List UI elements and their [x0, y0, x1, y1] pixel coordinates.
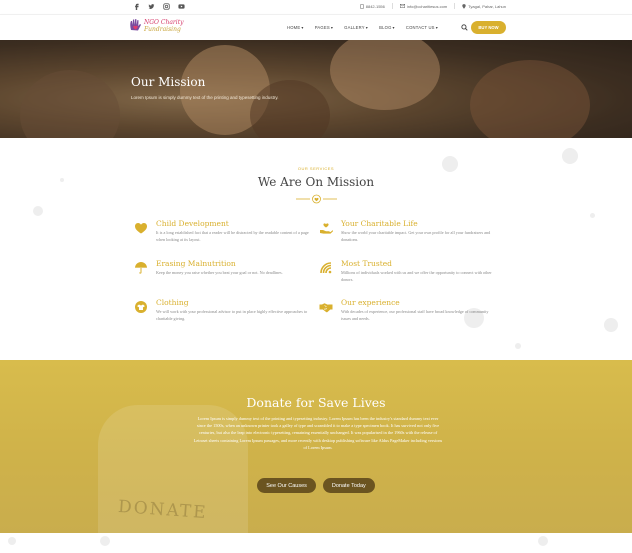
feature-title: Your Charitable Life: [341, 219, 418, 228]
hero-face-shape: [250, 80, 330, 138]
nav-label: HOME: [287, 25, 301, 30]
social-links: [133, 3, 185, 10]
handshake-icon: [319, 303, 333, 313]
instagram-icon[interactable]: [163, 3, 170, 10]
nav-item-contact[interactable]: CONTACT US ▾: [406, 25, 438, 30]
top-bar: 8842-1556 info@ccharitiesus.com Tyagal, …: [0, 0, 632, 14]
hero-hand-shape: [330, 40, 440, 110]
hero-crowd-shape: [470, 60, 590, 138]
nav-label: PAGES: [314, 25, 330, 30]
donate-text: Lorem Ipsum is simply dummy text of the …: [193, 416, 443, 450]
facebook-icon[interactable]: [133, 3, 140, 10]
address-text: Tyagal, Pahar, Lahun: [468, 3, 506, 9]
section-eyebrow: OUR SERVICES: [297, 166, 335, 171]
feature-description: Show the world your charitable impact. G…: [341, 230, 491, 242]
nav-item-pages[interactable]: PAGES ▾: [315, 25, 333, 30]
logo-tagline: Fundraising: [144, 25, 181, 33]
phone-contact: 8842-1556: [360, 4, 385, 9]
site-logo[interactable]: NGO Charity Fundraising: [129, 18, 184, 33]
decor-dot: [100, 536, 110, 546]
hero-title: Our Mission: [131, 75, 206, 89]
youtube-icon[interactable]: [178, 3, 185, 10]
heart-icon: [135, 223, 147, 234]
feature-description: It is a long established fact that a rea…: [156, 230, 309, 242]
hero-subtitle: Lorem Ipsum is simply dummy text of the …: [131, 95, 279, 100]
section-divider-icon: [296, 194, 337, 204]
chevron-down-icon: ▾: [435, 25, 438, 30]
decor-dot: [8, 537, 16, 545]
section-title: We Are On Mission: [257, 175, 375, 189]
signal-icon: [320, 262, 332, 274]
feature-title: Most Trusted: [341, 259, 392, 268]
address-contact: Tyagal, Pahar, Lahun: [462, 4, 506, 9]
decor-dot: [515, 343, 521, 349]
nav-item-home[interactable]: HOME ▾: [287, 25, 304, 30]
decor-dot: [562, 148, 578, 164]
phone-text: 8842-1556: [365, 3, 385, 9]
see-our-causes-button[interactable]: See Our Causes: [257, 478, 316, 493]
hand-heart-logo-icon: [130, 19, 141, 31]
clothing-icon: [135, 301, 147, 313]
hero-crowd-shape: [20, 70, 120, 138]
phone-icon: [360, 3, 364, 9]
mail-icon: [399, 4, 405, 8]
donate-title: Donate for Save Lives: [246, 395, 386, 410]
charity-hand-icon: [320, 223, 333, 234]
chevron-down-icon: ▾: [301, 25, 304, 30]
donate-today-button[interactable]: Donate Today: [322, 478, 375, 493]
feature-title: Erasing Malnutrition: [156, 259, 236, 268]
nav-item-gallery[interactable]: GALLERY ▾: [344, 25, 368, 30]
chevron-down-icon: ▾: [392, 25, 395, 30]
nav-label: BLOG: [379, 25, 392, 30]
nav-item-blog[interactable]: BLOG ▾: [379, 25, 395, 30]
divider: [454, 3, 456, 9]
twitter-icon[interactable]: [148, 3, 155, 10]
umbrella-icon: [135, 262, 147, 274]
main-nav: HOME ▾ PAGES ▾ GALLERY ▾ BLOG ▾ CONTACT US ▾: [287, 25, 438, 30]
logo-title: NGO Charity: [144, 18, 184, 26]
feature-title: Child Development: [156, 219, 229, 228]
nav-label: GALLERY: [344, 25, 365, 30]
chevron-down-icon: ▾: [365, 25, 369, 30]
decor-dot: [604, 318, 618, 332]
site-header: NGO Charity Fundraising HOME ▾ PAGES ▾ GAL…: [0, 14, 632, 40]
divider: [391, 3, 393, 9]
decor-dot: [538, 536, 548, 546]
location-pin-icon: [462, 3, 466, 9]
donate-buttons: See Our Causes Donate Today: [0, 478, 632, 493]
donate-section: DONATE Donate for Save Lives Lorem Ipsum…: [0, 360, 632, 533]
search-icon[interactable]: [461, 24, 468, 31]
feature-description: Millions of individuals worked with us a…: [341, 270, 492, 282]
feature-description: We will work with your professional advi…: [156, 309, 308, 321]
hero-banner: Our Mission Lorem Ipsum is simply dummy …: [0, 40, 632, 138]
feature-title: Our experience: [341, 298, 400, 307]
nav-label: CONTACT US: [405, 25, 435, 30]
hero-hand-shape: [180, 45, 270, 135]
feature-title: Clothing: [156, 298, 189, 307]
decor-dot: [590, 213, 595, 218]
feature-description: With decades of experience, our professi…: [341, 309, 489, 321]
mission-section: OUR SERVICES We Are On Mission Child Dev…: [0, 138, 632, 360]
buy-now-button[interactable]: BUY NOW: [471, 21, 506, 34]
feature-description: Keep the money you raise whether you bea…: [156, 270, 283, 275]
decor-dot: [33, 206, 43, 216]
contact-info: 8842-1556 info@ccharitiesus.com Tyagal, …: [360, 3, 506, 9]
email-text: info@ccharitiesus.com: [406, 3, 448, 9]
page-bottom: [0, 533, 632, 553]
chevron-down-icon: ▾: [330, 25, 334, 30]
email-contact: info@ccharitiesus.com: [399, 3, 448, 9]
